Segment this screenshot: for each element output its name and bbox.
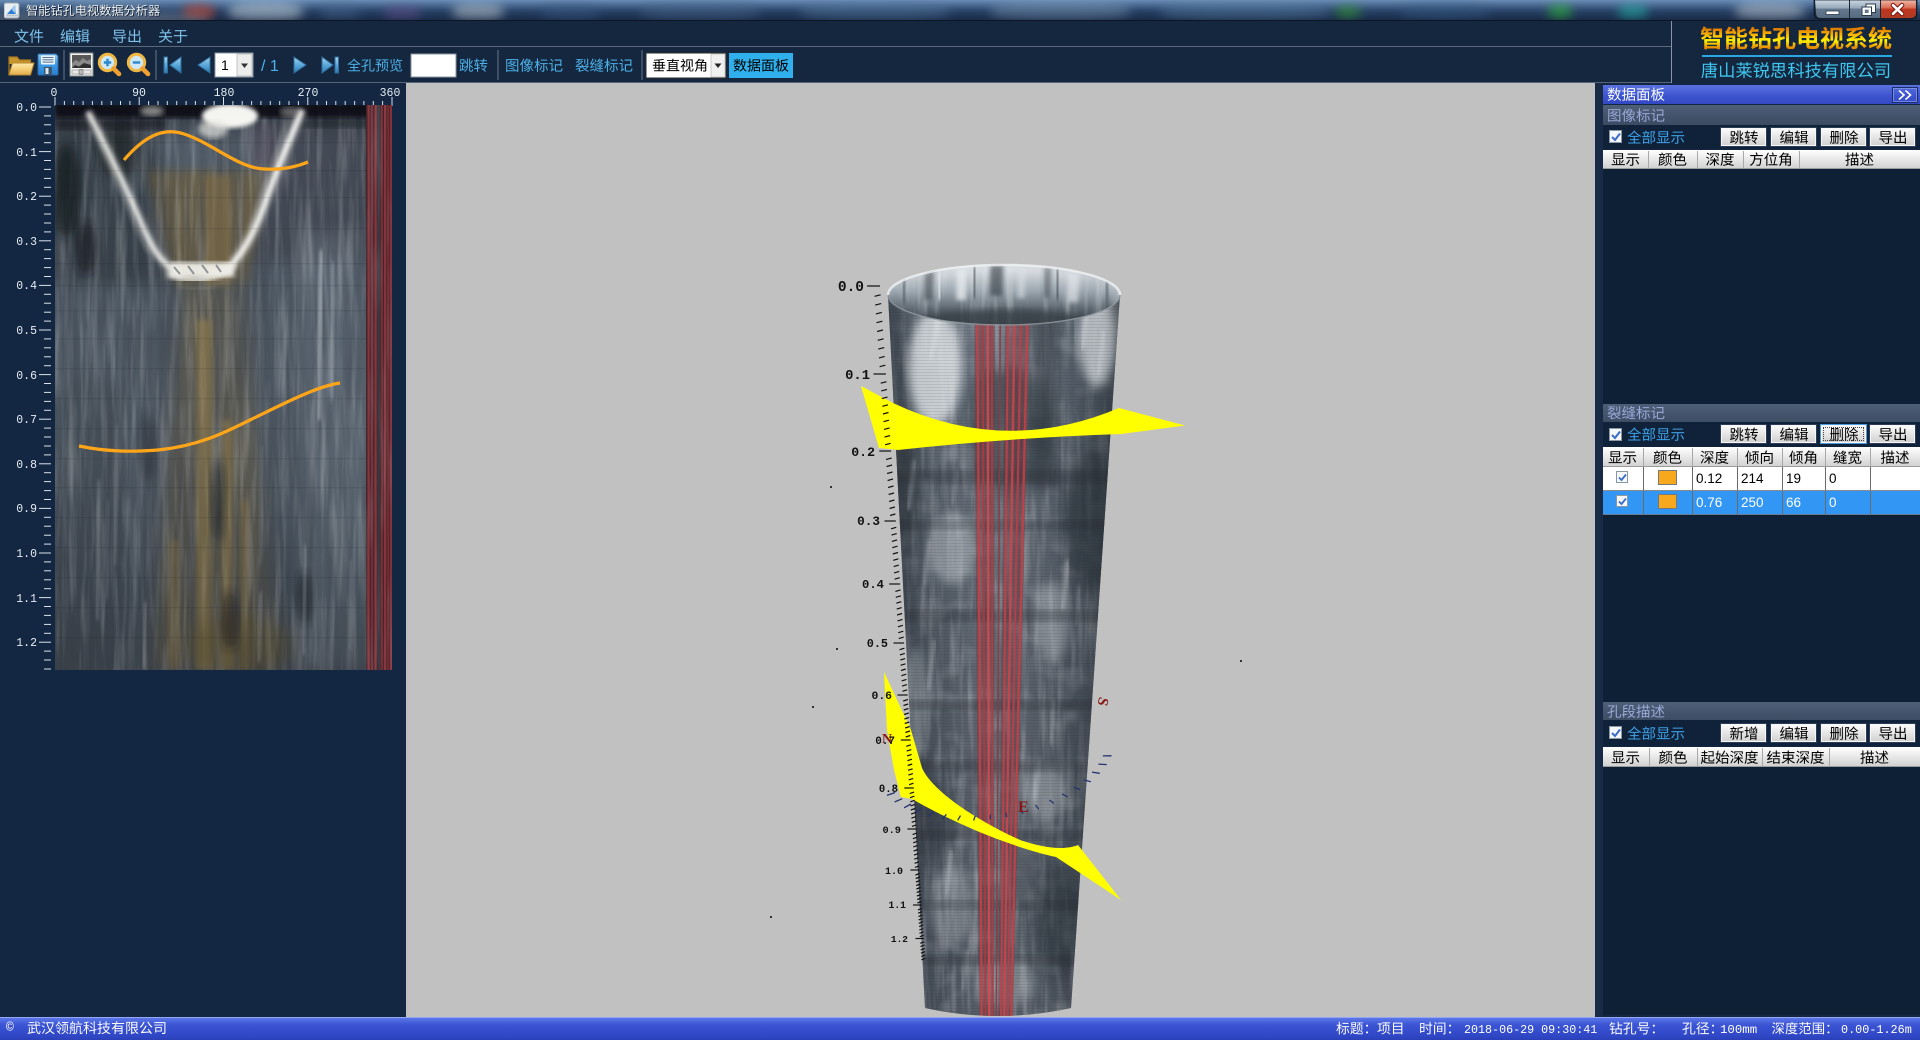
svg-text:0.9: 0.9 [16, 503, 37, 516]
svg-text:1.0: 1.0 [885, 867, 903, 878]
svg-text:0.8: 0.8 [879, 784, 898, 796]
svg-text:360: 360 [380, 87, 401, 100]
svg-text:90: 90 [132, 87, 146, 100]
svg-text:S: S [1094, 695, 1112, 707]
svg-text:270: 270 [298, 87, 319, 100]
svg-text:0.7: 0.7 [16, 414, 37, 427]
svg-text:0.0: 0.0 [838, 280, 864, 296]
svg-text:180: 180 [214, 87, 235, 100]
svg-text:1.2: 1.2 [16, 637, 37, 650]
svg-text:1: 1 [221, 57, 229, 73]
svg-text:0.4: 0.4 [862, 578, 884, 592]
svg-text:E: E [1018, 799, 1029, 816]
svg-text:0: 0 [51, 87, 58, 100]
svg-text:0.5: 0.5 [16, 325, 37, 338]
svg-text:/ 1: / 1 [261, 58, 279, 75]
svg-text:0.8: 0.8 [16, 459, 37, 472]
svg-text:0.4: 0.4 [16, 280, 37, 293]
svg-text:0.0: 0.0 [16, 102, 37, 115]
svg-text:0.6: 0.6 [16, 370, 37, 383]
svg-text:0.7: 0.7 [875, 736, 895, 748]
svg-text:0.1: 0.1 [16, 147, 37, 160]
svg-text:0.3: 0.3 [857, 514, 880, 529]
svg-text:1.2: 1.2 [891, 934, 908, 945]
svg-text:0.9: 0.9 [882, 825, 901, 837]
svg-text:0.1: 0.1 [845, 369, 870, 384]
svg-text:1.1: 1.1 [889, 900, 907, 911]
svg-text:0.6: 0.6 [871, 691, 892, 703]
svg-text:0.2: 0.2 [16, 191, 37, 204]
svg-text:1.0: 1.0 [16, 548, 37, 561]
svg-text:1.1: 1.1 [16, 593, 37, 606]
svg-text:0.3: 0.3 [16, 236, 37, 249]
svg-text:0.2: 0.2 [851, 445, 875, 460]
svg-text:0.5: 0.5 [867, 637, 888, 651]
